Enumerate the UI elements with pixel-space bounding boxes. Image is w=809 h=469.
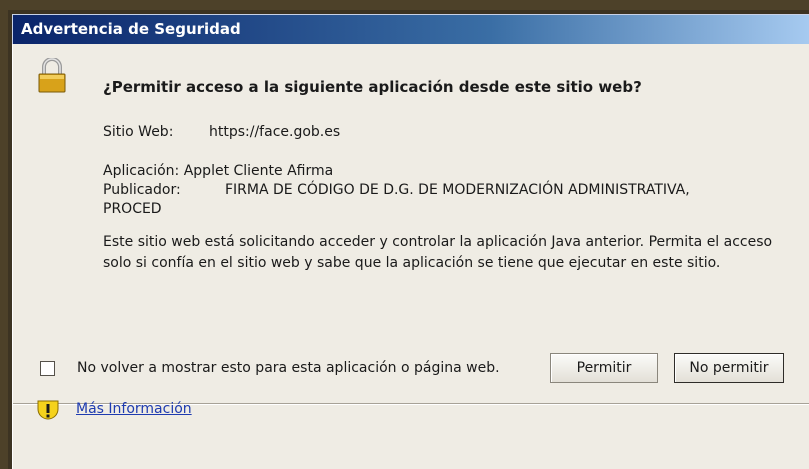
title-bar[interactable]: Advertencia de Seguridad — [12, 14, 809, 44]
more-info-link[interactable]: Más Información — [76, 401, 192, 417]
lock-icon — [38, 58, 66, 93]
window-title: Advertencia de Seguridad — [21, 20, 241, 38]
publisher-value: FIRMA DE CÓDIGO DE D.G. DE MODERNIZACIÓN… — [225, 182, 690, 198]
publisher-label: Publicador: — [103, 182, 181, 198]
do-not-show-again-checkbox[interactable] — [40, 361, 55, 376]
website-value: https://face.gob.es — [209, 124, 341, 140]
application-line: Aplicación: Applet Cliente Afirma — [103, 163, 334, 179]
security-dialog: ¿Permitir acceso a la siguiente aplicaci… — [12, 44, 809, 469]
warning-icon — [37, 400, 59, 420]
dialog-description: Este sitio web está solicitando acceder … — [103, 234, 773, 271]
deny-button[interactable]: No permitir — [674, 353, 784, 383]
website-label: Sitio Web: — [103, 124, 174, 140]
allow-button[interactable]: Permitir — [550, 353, 658, 383]
do-not-show-again-label[interactable]: No volver a mostrar esto para esta aplic… — [77, 358, 517, 379]
dialog-question: ¿Permitir acceso a la siguiente aplicaci… — [103, 78, 642, 96]
publisher-value-continued: PROCED — [103, 201, 162, 217]
